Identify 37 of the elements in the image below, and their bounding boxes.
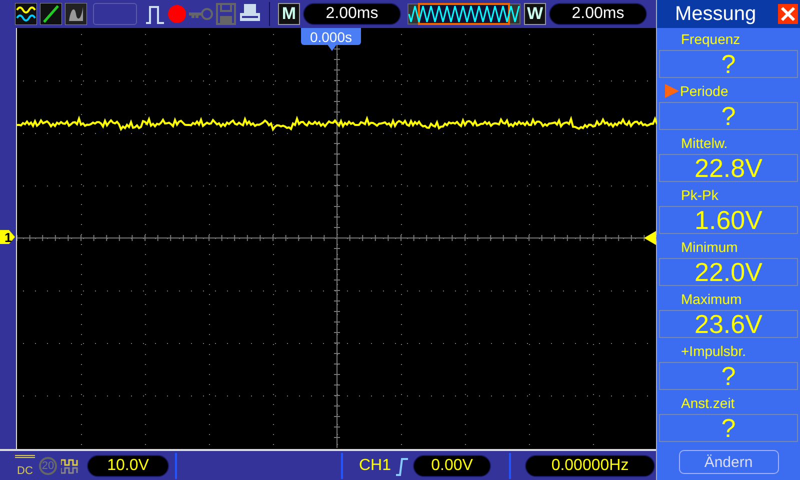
waveform-icon[interactable]	[15, 3, 37, 25]
time-base-display: 2.00ms	[303, 3, 401, 25]
measurement-label[interactable]: Anst.zeit	[665, 395, 735, 411]
trigger-source-label: CH1	[359, 456, 392, 474]
measurement-value: 22.8V	[659, 154, 798, 182]
change-button[interactable]: Ändern	[678, 450, 778, 474]
measurement-value: 1.60V	[659, 206, 798, 234]
measurement-value: ?	[659, 414, 798, 442]
measurement-label[interactable]: Mittelw.	[665, 135, 728, 151]
pulse-icon[interactable]	[145, 3, 165, 25]
line-icon[interactable]	[40, 3, 62, 25]
window-time-base-display: 2.00ms	[549, 3, 647, 25]
shaded-icon[interactable]	[65, 3, 87, 25]
measurement-value: ?	[659, 50, 798, 78]
square-wave-icon[interactable]	[61, 458, 79, 474]
measurement-label[interactable]: +Impulsbr.	[665, 343, 746, 359]
measurement-label[interactable]: Minimum	[665, 239, 738, 255]
rising-edge-icon[interactable]	[395, 456, 410, 476]
empty-slot	[93, 3, 137, 25]
measurement-label[interactable]: Periode	[680, 83, 728, 99]
frequency-display: 0.00000Hz	[525, 454, 656, 476]
measurement-value: ?	[659, 102, 798, 130]
bandwidth-limit-icon[interactable]: 20	[39, 456, 57, 474]
measurement-label[interactable]: Frequenz	[665, 31, 740, 47]
channel-marker[interactable]: 1	[0, 229, 16, 245]
measurement-value: 23.6V	[659, 310, 798, 338]
panel-title: Messung	[675, 2, 756, 26]
close-icon[interactable]	[778, 4, 798, 24]
menu-key[interactable]: M	[278, 3, 300, 25]
waveform-overview-icon	[407, 3, 521, 25]
measurement-value: 22.0V	[659, 258, 798, 286]
measurement-label[interactable]: Pk-Pk	[665, 187, 718, 203]
measurement-label[interactable]: Maximum	[665, 291, 742, 307]
trigger-level-display: 0.00V	[413, 454, 492, 476]
volts-per-div-display: 10.0V	[87, 454, 169, 476]
window-key[interactable]: W	[524, 3, 546, 25]
measurement-value: ?	[659, 362, 798, 390]
